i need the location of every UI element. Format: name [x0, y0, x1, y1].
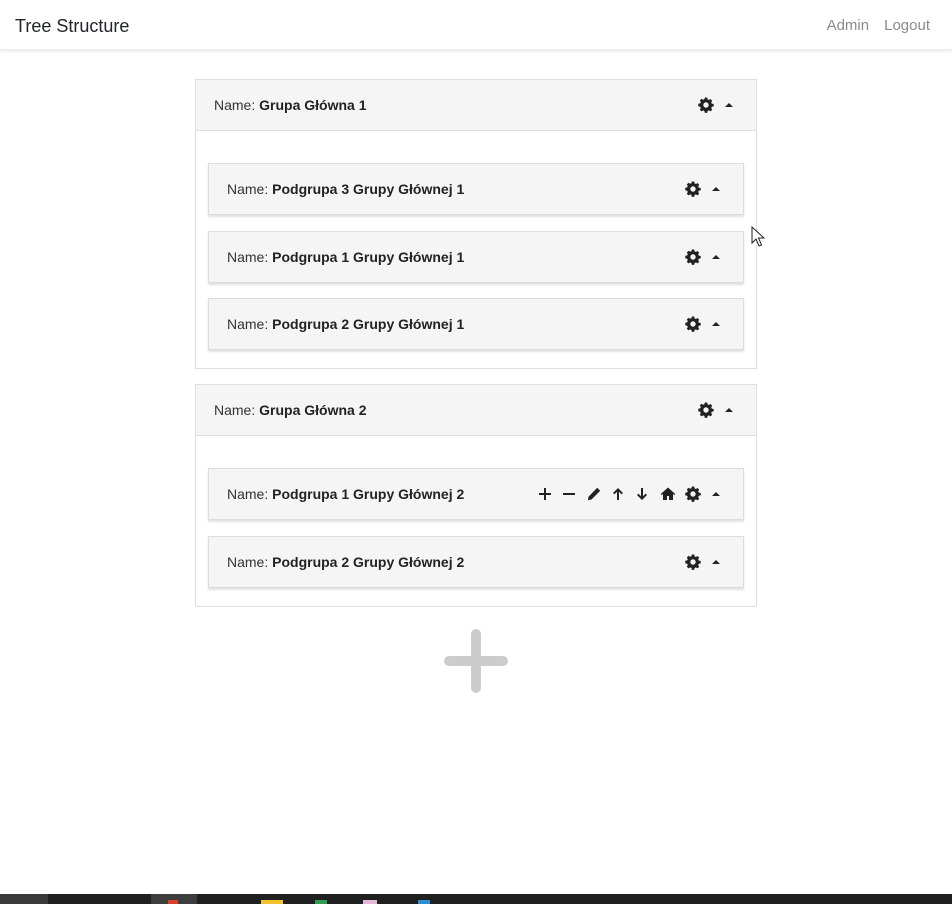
subgroup-name-value: Podgrupa 3 Grupy Głównej 1 — [272, 181, 465, 197]
gear-icon[interactable] — [685, 181, 701, 197]
subgroup-name: Name: Podgrupa 2 Grupy Głównej 2 — [227, 554, 464, 571]
taskbar-start[interactable] — [0, 894, 48, 904]
caret-up-icon[interactable] — [708, 486, 724, 502]
group-name-value: Grupa Główna 1 — [259, 97, 367, 113]
name-label: Name: — [227, 554, 269, 570]
name-label: Name: — [227, 486, 269, 502]
taskbar-app-icon[interactable] — [261, 900, 283, 904]
brand-title[interactable]: Tree Structure — [15, 15, 129, 37]
taskbar-app-icon[interactable] — [168, 900, 178, 904]
gear-icon[interactable] — [685, 554, 701, 570]
caret-up-icon[interactable] — [708, 181, 724, 197]
group-card: Name: Grupa Główna 1 Name: Podgrupa 3 Gr… — [195, 79, 757, 369]
plus-icon — [444, 629, 508, 693]
subgroup-card: Name: Podgrupa 1 Grupy Głównej 2 — [208, 468, 744, 520]
caret-up-icon[interactable] — [721, 97, 737, 113]
group-header: Name: Grupa Główna 1 — [196, 80, 756, 131]
caret-up-icon[interactable] — [708, 316, 724, 332]
gear-icon[interactable] — [685, 249, 701, 265]
taskbar — [0, 894, 952, 904]
navbar: Tree Structure Admin Logout — [0, 0, 952, 50]
name-label: Name: — [227, 249, 269, 265]
group-name: Name: Grupa Główna 2 — [214, 402, 366, 419]
add-icon[interactable] — [537, 486, 553, 502]
subgroup-name-value: Podgrupa 2 Grupy Głównej 2 — [272, 554, 465, 570]
home-icon[interactable] — [660, 486, 676, 502]
caret-up-icon[interactable] — [708, 554, 724, 570]
subgroup-card: Name: Podgrupa 1 Grupy Głównej 1 — [208, 231, 744, 283]
subgroup-name-value: Podgrupa 1 Grupy Głównej 1 — [272, 249, 465, 265]
subgroup-card: Name: Podgrupa 2 Grupy Głównej 1 — [208, 298, 744, 350]
group-card: Name: Grupa Główna 2 Name: Podgrupa 1 Gr… — [195, 384, 757, 607]
gear-icon[interactable] — [685, 486, 701, 502]
name-label: Name: — [214, 97, 256, 113]
subgroup-name: Name: Podgrupa 3 Grupy Głównej 1 — [227, 181, 464, 198]
edit-icon[interactable] — [586, 486, 602, 502]
subgroup-name-value: Podgrupa 2 Grupy Głównej 1 — [272, 316, 465, 332]
taskbar-app-icon[interactable] — [418, 900, 430, 904]
subgroup-name: Name: Podgrupa 1 Grupy Głównej 1 — [227, 249, 464, 266]
group-name-value: Grupa Główna 2 — [259, 402, 367, 418]
taskbar-app-icon[interactable] — [315, 900, 327, 904]
mouse-cursor-icon — [751, 226, 765, 247]
subgroup-card: Name: Podgrupa 3 Grupy Głównej 1 — [208, 163, 744, 215]
move-up-icon[interactable] — [610, 486, 626, 502]
add-group-button[interactable] — [444, 629, 508, 693]
subgroup-card: Name: Podgrupa 2 Grupy Głównej 2 — [208, 536, 744, 588]
subgroup-name: Name: Podgrupa 2 Grupy Głównej 1 — [227, 316, 464, 333]
gear-icon[interactable] — [698, 97, 714, 113]
subgroup-name: Name: Podgrupa 1 Grupy Głównej 2 — [227, 486, 464, 503]
taskbar-app-icon[interactable] — [363, 900, 377, 904]
group-name: Name: Grupa Główna 1 — [214, 97, 366, 114]
logout-link[interactable]: Logout — [884, 17, 930, 35]
gear-icon[interactable] — [698, 402, 714, 418]
remove-icon[interactable] — [561, 486, 577, 502]
caret-up-icon[interactable] — [708, 249, 724, 265]
nav-links: Admin Logout — [827, 17, 930, 35]
gear-icon[interactable] — [685, 316, 701, 332]
group-header: Name: Grupa Główna 2 — [196, 385, 756, 436]
admin-link[interactable]: Admin — [827, 17, 870, 35]
name-label: Name: — [214, 402, 256, 418]
caret-up-icon[interactable] — [721, 402, 737, 418]
move-down-icon[interactable] — [634, 486, 650, 502]
subgroup-name-value: Podgrupa 1 Grupy Głównej 2 — [272, 486, 465, 502]
name-label: Name: — [227, 316, 269, 332]
name-label: Name: — [227, 181, 269, 197]
